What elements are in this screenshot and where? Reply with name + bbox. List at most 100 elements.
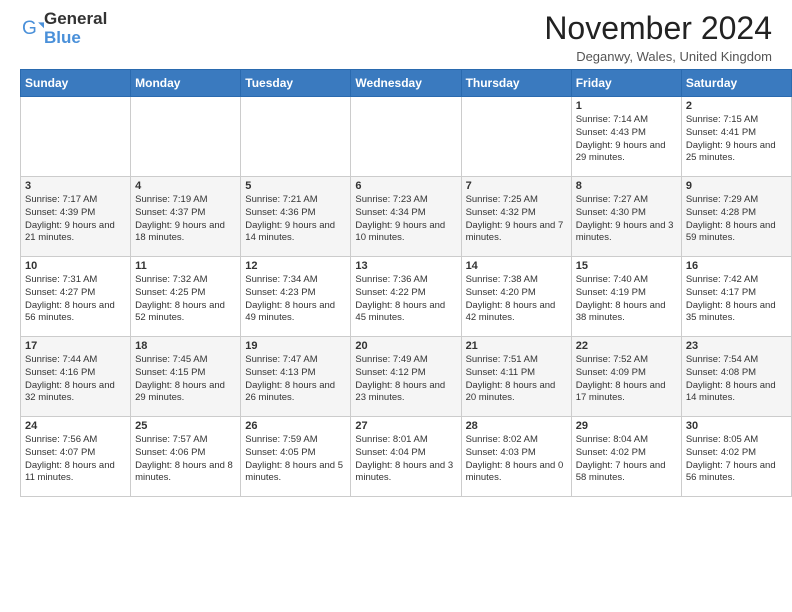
table-row: 15Sunrise: 7:40 AMSunset: 4:19 PMDayligh… <box>571 257 681 337</box>
calendar-week-3: 10Sunrise: 7:31 AMSunset: 4:27 PMDayligh… <box>21 257 792 337</box>
day-number: 12 <box>245 260 346 272</box>
day-info: Sunrise: 7:19 AM <box>135 194 236 207</box>
day-number: 5 <box>245 180 346 192</box>
day-info: Sunrise: 7:52 AM <box>576 354 677 367</box>
svg-text:G: G <box>22 18 37 39</box>
col-wednesday: Wednesday <box>351 70 461 97</box>
day-info: Sunrise: 7:47 AM <box>245 354 346 367</box>
day-number: 1 <box>576 100 677 112</box>
day-info: Sunset: 4:22 PM <box>355 287 456 300</box>
table-row <box>461 97 571 177</box>
table-row: 14Sunrise: 7:38 AMSunset: 4:20 PMDayligh… <box>461 257 571 337</box>
day-info: Daylight: 8 hours and 52 minutes. <box>135 300 236 326</box>
day-number: 18 <box>135 340 236 352</box>
day-info: Sunrise: 7:15 AM <box>686 114 787 127</box>
logo-icon: G <box>22 18 44 40</box>
table-row <box>21 97 131 177</box>
day-info: Sunset: 4:13 PM <box>245 367 346 380</box>
table-row: 27Sunrise: 8:01 AMSunset: 4:04 PMDayligh… <box>351 417 461 497</box>
day-number: 23 <box>686 340 787 352</box>
day-number: 10 <box>25 260 126 272</box>
day-info: Sunset: 4:34 PM <box>355 207 456 220</box>
table-row: 8Sunrise: 7:27 AMSunset: 4:30 PMDaylight… <box>571 177 681 257</box>
day-info: Daylight: 9 hours and 25 minutes. <box>686 140 787 166</box>
day-info: Sunset: 4:36 PM <box>245 207 346 220</box>
day-number: 3 <box>25 180 126 192</box>
day-info: Daylight: 8 hours and 14 minutes. <box>686 380 787 406</box>
table-row: 6Sunrise: 7:23 AMSunset: 4:34 PMDaylight… <box>351 177 461 257</box>
title-section: November 2024 Deganwy, Wales, United Kin… <box>544 10 772 64</box>
day-info: Sunrise: 7:42 AM <box>686 274 787 287</box>
day-info: Sunset: 4:37 PM <box>135 207 236 220</box>
calendar-week-4: 17Sunrise: 7:44 AMSunset: 4:16 PMDayligh… <box>21 337 792 417</box>
calendar-week-1: 1Sunrise: 7:14 AMSunset: 4:43 PMDaylight… <box>21 97 792 177</box>
day-info: Sunrise: 7:31 AM <box>25 274 126 287</box>
table-row <box>241 97 351 177</box>
day-info: Daylight: 8 hours and 42 minutes. <box>466 300 567 326</box>
day-info: Sunrise: 8:02 AM <box>466 434 567 447</box>
day-info: Sunset: 4:04 PM <box>355 447 456 460</box>
day-info: Daylight: 9 hours and 10 minutes. <box>355 220 456 246</box>
day-number: 6 <box>355 180 456 192</box>
day-info: Daylight: 9 hours and 29 minutes. <box>576 140 677 166</box>
col-thursday: Thursday <box>461 70 571 97</box>
calendar-header: Sunday Monday Tuesday Wednesday Thursday… <box>21 70 792 97</box>
table-row: 2 Sunrise: 7:15 AMSunset: 4:41 PMDaylight… <box>681 97 791 177</box>
day-info: Sunset: 4:11 PM <box>466 367 567 380</box>
calendar-body: 1Sunrise: 7:14 AMSunset: 4:43 PMDaylight… <box>21 97 792 497</box>
day-number: 9 <box>686 180 787 192</box>
day-info: Sunset: 4:32 PM <box>466 207 567 220</box>
calendar-wrapper: Sunday Monday Tuesday Wednesday Thursday… <box>0 69 792 507</box>
day-info: Daylight: 8 hours and 23 minutes. <box>355 380 456 406</box>
day-info: Sunrise: 7:44 AM <box>25 354 126 367</box>
day-info: Daylight: 8 hours and 11 minutes. <box>25 460 126 486</box>
day-number: 2 <box>686 100 787 112</box>
day-info: Daylight: 9 hours and 18 minutes. <box>135 220 236 246</box>
table-row <box>351 97 461 177</box>
day-info: Daylight: 9 hours and 7 minutes. <box>466 220 567 246</box>
table-row: 21Sunrise: 7:51 AMSunset: 4:11 PMDayligh… <box>461 337 571 417</box>
day-info: Sunrise: 8:01 AM <box>355 434 456 447</box>
day-number: 26 <box>245 420 346 432</box>
day-number: 28 <box>466 420 567 432</box>
day-info: Sunset: 4:23 PM <box>245 287 346 300</box>
table-row: 18Sunrise: 7:45 AMSunset: 4:15 PMDayligh… <box>131 337 241 417</box>
day-number: 7 <box>466 180 567 192</box>
table-row: 23Sunrise: 7:54 AMSunset: 4:08 PMDayligh… <box>681 337 791 417</box>
day-info: Sunrise: 7:38 AM <box>466 274 567 287</box>
day-info: Sunrise: 7:21 AM <box>245 194 346 207</box>
day-number: 19 <box>245 340 346 352</box>
day-info: Sunset: 4:07 PM <box>25 447 126 460</box>
day-info: Sunset: 4:02 PM <box>576 447 677 460</box>
day-info: Sunrise: 7:14 AM <box>576 114 677 127</box>
day-info: Daylight: 8 hours and 59 minutes. <box>686 220 787 246</box>
calendar-week-2: 3Sunrise: 7:17 AMSunset: 4:39 PMDaylight… <box>21 177 792 257</box>
table-row: 16Sunrise: 7:42 AMSunset: 4:17 PMDayligh… <box>681 257 791 337</box>
day-number: 22 <box>576 340 677 352</box>
day-info: Sunset: 4:02 PM <box>686 447 787 460</box>
day-info: Sunset: 4:30 PM <box>576 207 677 220</box>
day-info: Daylight: 8 hours and 29 minutes. <box>135 380 236 406</box>
day-info: Sunset: 4:17 PM <box>686 287 787 300</box>
day-number: 8 <box>576 180 677 192</box>
day-info: Daylight: 8 hours and 49 minutes. <box>245 300 346 326</box>
day-info: Daylight: 8 hours and 56 minutes. <box>25 300 126 326</box>
table-row: 7Sunrise: 7:25 AMSunset: 4:32 PMDaylight… <box>461 177 571 257</box>
col-friday: Friday <box>571 70 681 97</box>
day-info: Daylight: 8 hours and 20 minutes. <box>466 380 567 406</box>
table-row: 10Sunrise: 7:31 AMSunset: 4:27 PMDayligh… <box>21 257 131 337</box>
day-info: Sunset: 4:03 PM <box>466 447 567 460</box>
table-row: 26Sunrise: 7:59 AMSunset: 4:05 PMDayligh… <box>241 417 351 497</box>
day-info: Daylight: 7 hours and 58 minutes. <box>576 460 677 486</box>
day-info: Sunset: 4:41 PM <box>686 127 787 140</box>
day-info: Sunrise: 7:51 AM <box>466 354 567 367</box>
day-info: Daylight: 8 hours and 0 minutes. <box>466 460 567 486</box>
day-info: Daylight: 8 hours and 8 minutes. <box>135 460 236 486</box>
table-row: 25Sunrise: 7:57 AMSunset: 4:06 PMDayligh… <box>131 417 241 497</box>
day-info: Sunrise: 7:45 AM <box>135 354 236 367</box>
day-info: Sunrise: 7:36 AM <box>355 274 456 287</box>
header-row: Sunday Monday Tuesday Wednesday Thursday… <box>21 70 792 97</box>
day-number: 4 <box>135 180 236 192</box>
table-row: 30Sunrise: 8:05 AMSunset: 4:02 PMDayligh… <box>681 417 791 497</box>
day-info: Sunset: 4:08 PM <box>686 367 787 380</box>
